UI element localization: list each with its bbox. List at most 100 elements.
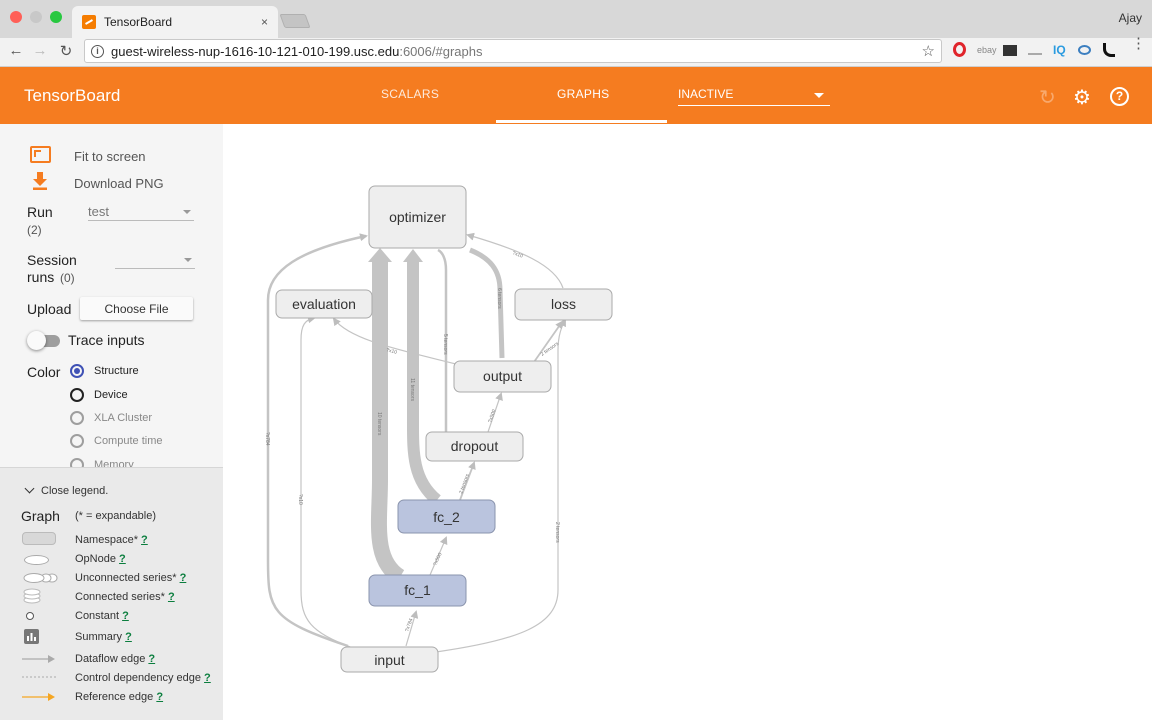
settings-gear-icon[interactable]: ⚙ [1073,85,1091,110]
node-fc-1[interactable]: fc_1 [368,574,467,607]
graph-canvas[interactable]: ?x784 ?x500 2 tensors ?x500 2 tensors ?x… [223,124,1152,720]
run-select[interactable]: test [88,204,194,221]
color-memory-label: Memory [94,459,134,467]
browser-menu-icon[interactable]: ⋮ [1131,36,1146,51]
dataflow-edge-help-link[interactable]: ? [148,653,155,665]
color-structure-radio[interactable] [70,364,84,378]
color-compute-time-radio[interactable] [70,434,84,448]
ebay-extension-icon[interactable]: ebay [977,45,997,55]
edge-loss-optimizer [466,232,564,289]
dataflow-edge-label: Dataflow edge [75,653,146,665]
color-label: Color [27,364,61,380]
close-window-button[interactable] [10,11,22,23]
node-input-label: input [374,652,404,668]
reference-edge-icon [22,693,55,701]
fit-to-screen-icon[interactable] [30,146,51,163]
run-select-value: test [88,204,109,219]
control-edge-help-link[interactable]: ? [204,672,211,684]
node-fc-2-label: fc_2 [433,509,460,525]
eye-extension-icon[interactable] [1078,45,1091,55]
close-legend-label: Close legend. [41,485,109,497]
connected-series-label: Connected series* [75,591,165,603]
namespace-help-link[interactable]: ? [141,534,148,546]
edge-fc2-optimizer [406,258,442,505]
screen-extension-icon[interactable] [1003,45,1017,56]
fit-to-screen-button[interactable]: Fit to screen [74,149,146,164]
edge-output-evaluation [332,317,457,365]
sidebar-clip: Memory [0,457,223,467]
color-xla-cluster-radio[interactable] [70,411,84,425]
site-info-icon[interactable]: i [91,44,104,58]
node-optimizer[interactable]: optimizer [368,185,467,249]
browser-user-name[interactable]: Ajay [1119,11,1142,25]
help-icon[interactable]: ? [1110,87,1129,106]
node-fc-1-label: fc_1 [404,582,431,598]
node-evaluation-label: evaluation [292,296,356,312]
active-tab-indicator [496,120,667,123]
constant-help-link[interactable]: ? [122,610,129,622]
node-dropout-label: dropout [451,438,499,454]
dropdown-caret-icon [814,93,824,98]
node-dropout[interactable]: dropout [425,431,524,462]
moon-extension-icon[interactable] [1103,43,1115,57]
edge-label-fc2-dropout: 2 tensors [458,473,471,495]
node-loss[interactable]: loss [514,288,613,321]
edge-label-dropout-output: ?x500 [487,409,497,424]
download-png-button[interactable]: Download PNG [74,176,164,191]
refresh-icon[interactable]: ↻ [1039,85,1056,110]
color-device-radio[interactable] [70,388,84,402]
constant-icon [26,612,34,620]
node-input[interactable]: input [340,646,439,673]
tensorboard-header: TensorBoard SCALARS GRAPHS INACTIVE ↻ ⚙ [0,67,1152,124]
unconnected-series-label: Unconnected series* [75,572,177,584]
node-fc-2[interactable]: fc_2 [397,499,496,534]
edge-fc1-optimizer-arrowhead [368,248,392,262]
node-output[interactable]: output [453,360,552,393]
close-legend-toggle[interactable]: Close legend. [24,483,109,497]
tab-scalars[interactable]: SCALARS [381,87,439,101]
session-runs-count: (0) [60,271,75,285]
color-xla-cluster-label: XLA Cluster [94,412,153,424]
summary-help-link[interactable]: ? [125,631,132,643]
download-icon[interactable] [33,172,47,190]
namespace-icon [22,532,56,545]
iq-extension-icon[interactable]: IQ [1053,43,1066,57]
namespace-label: Namespace* [75,534,138,546]
node-evaluation[interactable]: evaluation [275,289,373,319]
legend-item-control-edge: Control dependency edge ? [75,672,211,684]
color-memory-radio[interactable] [70,458,84,467]
minimize-window-button[interactable] [30,11,42,23]
dataflow-edge-icon [22,655,55,663]
bookmark-star-icon[interactable]: ☆ [922,42,935,60]
session-runs-select[interactable] [115,252,195,269]
edge-input-evaluation [300,315,354,649]
opera-extension-icon[interactable] [953,42,966,57]
control-edge-label: Control dependency edge [75,672,201,684]
control-edge-icon [22,676,56,678]
edge-label-fc2-optimizer: 11 tensors [409,378,415,401]
legend-item-constant: Constant ? [75,610,129,622]
browser-tab-title: TensorBoard [104,15,173,29]
edge-label-input-evaluation: ?x10 [297,494,303,505]
graph-legend: Close legend. Graph (* = expandable) Nam… [0,467,223,720]
address-bar[interactable]: i guest-wireless-nup-1616-10-121-010-199… [84,39,942,63]
unconnected-series-help-link[interactable]: ? [180,572,187,584]
new-tab-button[interactable] [279,14,311,28]
trace-inputs-toggle-knob[interactable] [27,331,46,350]
edge-label-dropout-optimizer: 5 tensors [442,334,448,355]
browser-tab[interactable]: TensorBoard × [72,6,278,38]
connected-series-help-link[interactable]: ? [168,591,175,603]
ship-extension-icon[interactable] [1028,45,1042,55]
reference-edge-help-link[interactable]: ? [156,691,163,703]
reload-icon[interactable]: ↻ [56,42,76,60]
opnode-help-link[interactable]: ? [119,553,126,565]
inactive-dashboards-dropdown[interactable]: INACTIVE [678,87,830,106]
back-arrow-icon[interactable]: ← [6,42,26,59]
legend-title: Graph [21,508,60,524]
tab-graphs[interactable]: GRAPHS [557,87,609,101]
forward-arrow-icon[interactable]: → [30,42,50,59]
session-runs-label-line2: runs [27,269,55,285]
maximize-window-button[interactable] [50,11,62,23]
choose-file-button[interactable]: Choose File [80,297,193,320]
close-tab-icon[interactable]: × [261,15,268,29]
